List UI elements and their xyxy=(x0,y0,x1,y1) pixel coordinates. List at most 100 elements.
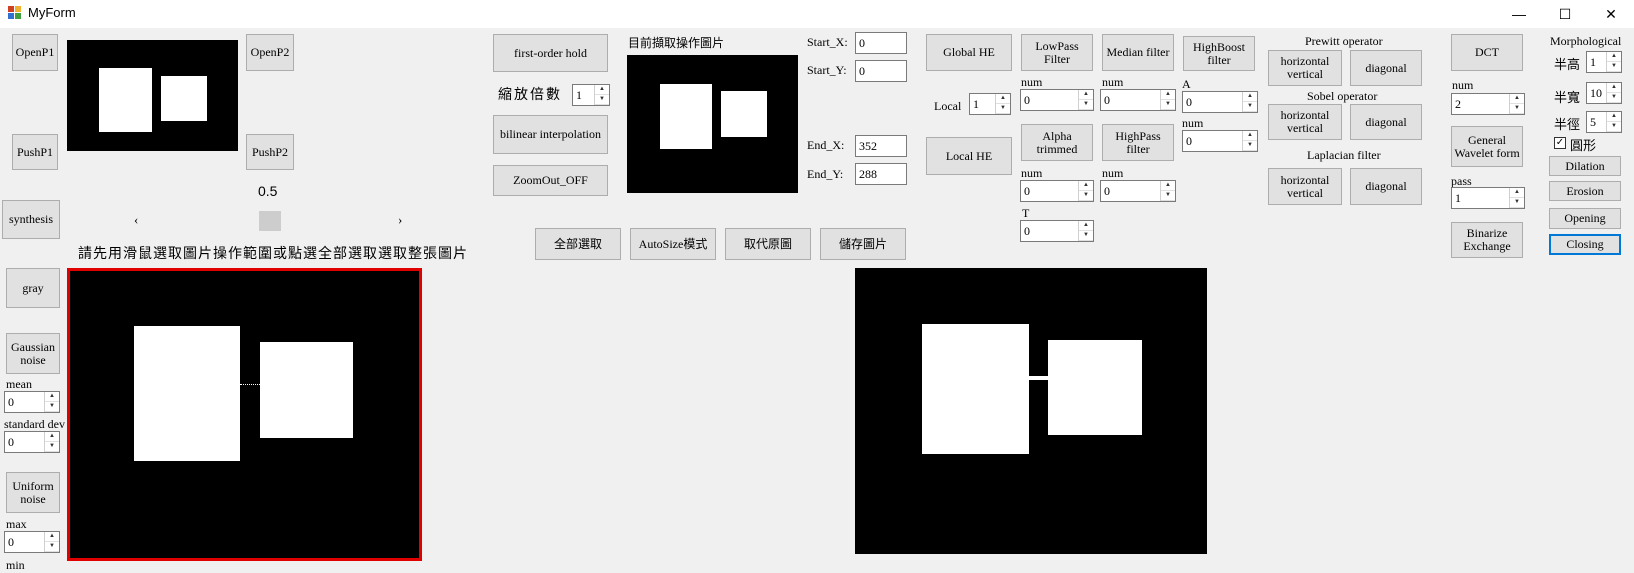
dct-num-input[interactable]: 2 ▲ ▼ xyxy=(1451,93,1525,115)
result-image xyxy=(855,268,1207,554)
slider-thumb[interactable] xyxy=(259,211,281,231)
half-width-label: 半寬 xyxy=(1554,90,1581,105)
local-spinner[interactable]: ▲ ▼ xyxy=(995,94,1010,114)
prewitt-diagonal-button[interactable]: diagonal xyxy=(1350,50,1422,86)
scale-spinner[interactable]: ▲ ▼ xyxy=(594,85,609,105)
wavelet-button[interactable]: General Wavelet form xyxy=(1451,126,1523,167)
half-width-input[interactable]: 10 ▲ ▼ xyxy=(1586,82,1622,104)
laplacian-label: Laplacian filter xyxy=(1307,148,1381,162)
preview-image-p1[interactable] xyxy=(67,40,238,151)
pass-spinner[interactable]: ▲ ▼ xyxy=(1509,188,1524,208)
gray-button[interactable]: gray xyxy=(6,268,60,308)
half-width-spinner[interactable]: ▲ ▼ xyxy=(1606,83,1621,103)
zoom-slider[interactable]: ‹ › xyxy=(130,211,405,231)
radius-label: 半徑 xyxy=(1554,117,1581,132)
start-y-field[interactable]: 0 xyxy=(855,60,907,82)
uniform-noise-button[interactable]: Uniform noise xyxy=(6,472,60,513)
laplacian-diagonal-button[interactable]: diagonal xyxy=(1350,168,1422,205)
prewitt-hv-button[interactable]: horizontal vertical xyxy=(1268,50,1342,86)
open-p1-button[interactable]: OpenP1 xyxy=(12,34,58,71)
app-icon xyxy=(8,6,21,19)
half-height-input[interactable]: 1 ▲ ▼ xyxy=(1586,51,1622,73)
synthesis-button[interactable]: synthesis xyxy=(2,200,60,239)
highboost-a-spinner[interactable]: ▲ ▼ xyxy=(1242,92,1257,112)
maximize-button[interactable]: ☐ xyxy=(1542,0,1588,28)
lowpass-filter-button[interactable]: LowPass Filter xyxy=(1021,34,1093,71)
gaussian-noise-button[interactable]: Gaussian noise xyxy=(6,333,60,374)
highboost-a-label: A xyxy=(1182,77,1191,91)
local-he-button[interactable]: Local HE xyxy=(926,137,1012,175)
highboost-filter-button[interactable]: HighBoost filter xyxy=(1183,36,1255,71)
sobel-diagonal-button[interactable]: diagonal xyxy=(1350,104,1422,140)
save-image-button[interactable]: 儲存圖片 xyxy=(820,228,906,260)
highboost-num-input[interactable]: 0 ▲ ▼ xyxy=(1182,130,1258,152)
binarize-exchange-button[interactable]: Binarize Exchange xyxy=(1451,222,1523,258)
radius-input[interactable]: 5 ▲ ▼ xyxy=(1586,111,1622,133)
mean-input[interactable]: 0 ▲ ▼ xyxy=(4,391,60,413)
dct-num-label: num xyxy=(1452,78,1474,92)
alpha-num-spinner[interactable]: ▲ ▼ xyxy=(1078,181,1093,201)
lowpass-num-spinner[interactable]: ▲ ▼ xyxy=(1078,90,1093,110)
mean-spinner[interactable]: ▲ ▼ xyxy=(44,392,59,412)
push-p1-button[interactable]: PushP1 xyxy=(12,134,58,170)
highpass-num-input[interactable]: 0 ▲ ▼ xyxy=(1100,180,1176,202)
median-num-label: num xyxy=(1102,75,1124,89)
slider-value: 0.5 xyxy=(258,183,278,199)
replace-original-button[interactable]: 取代原圖 xyxy=(725,228,811,260)
max-input[interactable]: 0 ▲ ▼ xyxy=(4,531,60,553)
t-spinner[interactable]: ▲ ▼ xyxy=(1078,221,1093,241)
bilinear-interpolation-button[interactable]: bilinear interpolation xyxy=(493,115,608,154)
laplacian-hv-button[interactable]: horizontal vertical xyxy=(1268,168,1342,205)
start-x-field[interactable]: 0 xyxy=(855,32,907,54)
radius-spinner[interactable]: ▲ ▼ xyxy=(1606,112,1621,132)
alpha-num-input[interactable]: 0 ▲ ▼ xyxy=(1020,180,1094,202)
opening-button[interactable]: Opening xyxy=(1549,208,1621,229)
max-spinner[interactable]: ▲ ▼ xyxy=(44,532,59,552)
std-dev-input[interactable]: 0 ▲ ▼ xyxy=(4,431,60,453)
global-he-button[interactable]: Global HE xyxy=(926,34,1012,71)
working-image[interactable] xyxy=(67,268,422,561)
highboost-a-input[interactable]: 0 ▲ ▼ xyxy=(1182,91,1258,113)
minimize-button[interactable]: — xyxy=(1496,0,1542,28)
highboost-num-spinner[interactable]: ▲ ▼ xyxy=(1242,131,1257,151)
median-num-spinner[interactable]: ▲ ▼ xyxy=(1160,90,1175,110)
start-x-label: Start_X: xyxy=(807,35,848,49)
open-p2-button[interactable]: OpenP2 xyxy=(246,34,294,71)
alpha-trimmed-button[interactable]: Alpha trimmed xyxy=(1021,124,1093,161)
slider-left-arrow-icon[interactable]: ‹ xyxy=(134,212,138,228)
t-input[interactable]: 0 ▲ ▼ xyxy=(1020,220,1094,242)
pass-input[interactable]: 1 ▲ ▼ xyxy=(1451,187,1525,209)
morphological-label: Morphological xyxy=(1550,34,1622,48)
push-p2-button[interactable]: PushP2 xyxy=(246,134,294,170)
std-dev-spinner[interactable]: ▲ ▼ xyxy=(44,432,59,452)
lowpass-num-input[interactable]: 0 ▲ ▼ xyxy=(1020,89,1094,111)
scale-label: 縮放倍數 xyxy=(498,88,562,103)
circle-checkbox[interactable]: ✓ xyxy=(1554,137,1566,149)
dct-num-spinner[interactable]: ▲ ▼ xyxy=(1509,94,1524,114)
half-height-spinner[interactable]: ▲ ▼ xyxy=(1606,52,1621,72)
title-bar: MyForm — ☐ ✕ xyxy=(0,0,1634,28)
median-num-input[interactable]: 0 ▲ ▼ xyxy=(1100,89,1176,111)
sobel-hv-button[interactable]: horizontal vertical xyxy=(1268,104,1342,140)
slider-right-arrow-icon[interactable]: › xyxy=(398,212,402,228)
highboost-num-label: num xyxy=(1182,116,1204,130)
highpass-num-spinner[interactable]: ▲ ▼ xyxy=(1160,181,1175,201)
dct-button[interactable]: DCT xyxy=(1451,34,1523,71)
select-all-button[interactable]: 全部選取 xyxy=(535,228,621,260)
first-order-hold-button[interactable]: first-order hold xyxy=(493,34,608,72)
closing-button[interactable]: Closing xyxy=(1549,234,1621,255)
zoomout-button[interactable]: ZoomOut_OFF xyxy=(493,165,608,196)
end-x-field[interactable]: 352 xyxy=(855,135,907,157)
erosion-button[interactable]: Erosion xyxy=(1549,181,1621,201)
local-label: Local xyxy=(934,99,962,113)
end-y-field[interactable]: 288 xyxy=(855,163,907,185)
half-height-label: 半高 xyxy=(1554,57,1581,72)
close-button[interactable]: ✕ xyxy=(1588,0,1634,28)
alpha-num-label: num xyxy=(1021,166,1043,180)
highpass-filter-button[interactable]: HighPass filter xyxy=(1102,124,1174,161)
scale-input[interactable]: 1 ▲ ▼ xyxy=(572,84,610,106)
dilation-button[interactable]: Dilation xyxy=(1549,156,1621,176)
local-input[interactable]: 1 ▲ ▼ xyxy=(969,93,1011,115)
median-filter-button[interactable]: Median filter xyxy=(1102,34,1174,71)
autosize-button[interactable]: AutoSize模式 xyxy=(630,228,716,260)
